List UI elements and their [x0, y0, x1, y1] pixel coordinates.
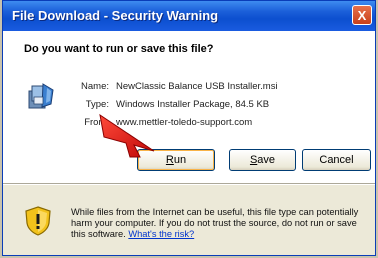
- question-heading: Do you want to run or save this file?: [24, 43, 214, 55]
- name-label: Name:: [81, 81, 109, 92]
- section-divider: [3, 183, 375, 185]
- close-icon: X: [357, 7, 367, 23]
- run-label: un: [173, 154, 187, 166]
- cancel-button[interactable]: Cancel: [302, 149, 371, 171]
- file-type-value: Windows Installer Package, 84.5 KB: [116, 99, 270, 110]
- window-title: File Download - Security Warning: [12, 8, 219, 23]
- warning-text: While files from the Internet can be use…: [71, 207, 359, 239]
- save-accelerator: S: [249, 154, 258, 166]
- cancel-label: Cancel: [319, 154, 354, 166]
- save-button[interactable]: Save: [229, 149, 296, 171]
- red-arrow-pointer: [99, 113, 155, 158]
- installer-package-icon: [28, 83, 54, 109]
- save-label: ave: [257, 154, 276, 166]
- file-name-value: NewClassic Balance USB Installer.msi: [116, 81, 278, 92]
- risk-link[interactable]: What's the risk?: [128, 229, 194, 239]
- shield-warning-icon: [25, 206, 51, 236]
- close-button[interactable]: X: [352, 5, 372, 25]
- run-accelerator: R: [165, 154, 174, 166]
- security-warning-dialog: File Download - Security Warning X Do yo…: [2, 0, 376, 256]
- title-bar[interactable]: File Download - Security Warning X: [3, 1, 375, 31]
- warning-message: While files from the Internet can be use…: [71, 207, 371, 240]
- type-label: Type:: [85, 99, 109, 110]
